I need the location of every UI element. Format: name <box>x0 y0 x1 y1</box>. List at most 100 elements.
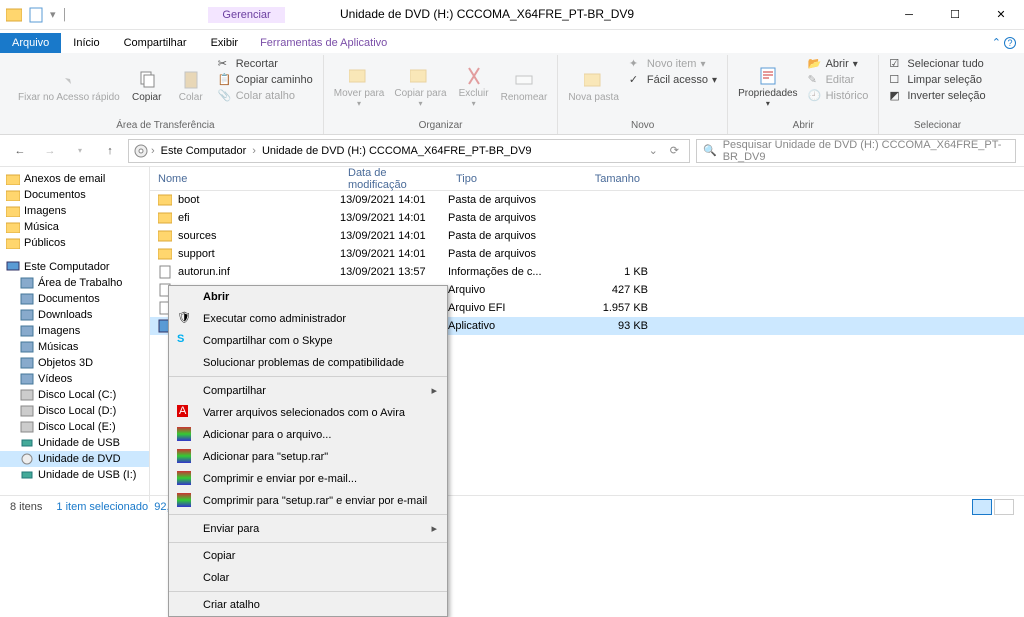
tree-node[interactable]: Disco Local (E:) <box>0 419 149 435</box>
tree-node[interactable]: Área de Trabalho <box>0 275 149 291</box>
context-menu-item[interactable]: 🛡Executar como administrador <box>169 308 447 330</box>
history-button[interactable]: 🕘Histórico <box>808 89 869 103</box>
ribbon-collapse-icon[interactable]: ⌃ ? <box>984 32 1024 53</box>
file-row[interactable]: support13/09/2021 14:01Pasta de arquivos <box>150 245 1024 263</box>
context-menu-item[interactable]: Comprimir para "setup.rar" e enviar por … <box>169 490 447 512</box>
tree-node[interactable]: Músicas <box>0 339 149 355</box>
back-button[interactable]: ← <box>8 139 32 163</box>
context-menu-item[interactable]: SCompartilhar com o Skype <box>169 330 447 352</box>
tab-file[interactable]: Arquivo <box>0 33 61 53</box>
select-all-button[interactable]: ☑Selecionar tudo <box>889 57 985 71</box>
tree-node[interactable]: Este Computador <box>0 259 149 275</box>
qat-properties-icon[interactable] <box>28 7 44 23</box>
search-icon: 🔍 <box>703 144 717 157</box>
contextual-tab-manage[interactable]: Gerenciar <box>208 7 284 23</box>
close-button[interactable]: ✕ <box>978 0 1024 30</box>
address-bar: ← → ▾ ↑ › Este Computador › Unidade de D… <box>0 135 1024 167</box>
breadcrumb[interactable]: › Este Computador › Unidade de DVD (H:) … <box>128 139 690 163</box>
copy-button[interactable]: Copiar <box>126 55 168 118</box>
file-row[interactable]: autorun.inf13/09/2021 13:57Informações d… <box>150 263 1024 281</box>
tree-node[interactable]: Documentos <box>0 187 149 203</box>
col-size[interactable]: Tamanho <box>568 173 648 185</box>
view-large-button[interactable] <box>994 499 1014 515</box>
search-input[interactable]: 🔍 Pesquisar Unidade de DVD (H:) CCCOMA_X… <box>696 139 1016 163</box>
view-details-button[interactable] <box>972 499 992 515</box>
context-menu-item[interactable]: Colar <box>169 567 447 589</box>
pin-quick-access-button[interactable]: Fixar no Acesso rápido <box>14 55 124 118</box>
copy-to-button[interactable]: Copiar para▾ <box>390 55 450 118</box>
context-menu: Abrir🛡Executar como administradorSCompar… <box>168 285 448 617</box>
tree-node[interactable]: Unidade de USB <box>0 435 149 451</box>
context-menu-item[interactable]: Solucionar problemas de compatibilidade <box>169 352 447 374</box>
explorer-icon <box>6 7 22 23</box>
file-row[interactable]: sources13/09/2021 14:01Pasta de arquivos <box>150 227 1024 245</box>
file-row[interactable]: boot13/09/2021 14:01Pasta de arquivos <box>150 191 1024 209</box>
breadcrumb-dropdown-icon[interactable]: ⌄ <box>645 144 662 157</box>
tab-share[interactable]: Compartilhar <box>112 33 199 53</box>
forward-button[interactable]: → <box>38 139 62 163</box>
paste-button[interactable]: Colar <box>170 55 212 118</box>
context-menu-item[interactable]: Comprimir e enviar por e-mail... <box>169 468 447 490</box>
context-menu-item[interactable]: Adicionar para o arquivo... <box>169 424 447 446</box>
tree-node[interactable]: Disco Local (D:) <box>0 403 149 419</box>
breadcrumb-drive[interactable]: Unidade de DVD (H:) CCCOMA_X64FRE_PT-BR_… <box>258 145 536 157</box>
context-menu-item[interactable]: Compartilhar▸ <box>169 379 447 402</box>
col-type[interactable]: Tipo <box>448 173 568 185</box>
tab-app-tools[interactable]: Ferramentas de Aplicativo <box>250 33 397 53</box>
copy-path-button[interactable]: 📋Copiar caminho <box>218 73 313 87</box>
tree-node[interactable]: Vídeos <box>0 371 149 387</box>
properties-button[interactable]: Propriedades▾ <box>734 55 801 118</box>
tree-node[interactable]: Unidade de DVD <box>0 451 149 467</box>
maximize-button[interactable]: ☐ <box>932 0 978 30</box>
invert-selection-button[interactable]: ◩Inverter seleção <box>889 89 985 103</box>
qat-dropdown-icon[interactable]: ▾ <box>50 8 56 21</box>
column-headers[interactable]: Nome Data de modificação Tipo Tamanho <box>150 167 1024 191</box>
recent-dropdown[interactable]: ▾ <box>68 139 92 163</box>
tree-node[interactable]: Imagens <box>0 203 149 219</box>
tree-node[interactable]: Disco Local (C:) <box>0 387 149 403</box>
refresh-icon[interactable]: ⟳ <box>664 144 685 157</box>
context-menu-item[interactable]: Copiar <box>169 545 447 567</box>
rar-icon <box>177 471 193 487</box>
status-item-count: 8 itens <box>10 501 42 513</box>
delete-button[interactable]: Excluir▾ <box>453 55 495 118</box>
easy-access-button[interactable]: ✓Fácil acesso ▾ <box>629 73 717 87</box>
context-menu-item[interactable]: AVarrer arquivos selecionados com o Avir… <box>169 402 447 424</box>
new-folder-button[interactable]: Nova pasta <box>564 55 623 118</box>
new-item-button[interactable]: ✦Novo item ▾ <box>629 57 717 71</box>
ribbon-tabs: Arquivo Início Compartilhar Exibir Ferra… <box>0 30 1024 53</box>
file-row[interactable]: efi13/09/2021 14:01Pasta de arquivos <box>150 209 1024 227</box>
tree-node[interactable]: Objetos 3D <box>0 355 149 371</box>
context-menu-item[interactable]: Criar atalho <box>169 594 447 616</box>
tab-home[interactable]: Início <box>61 33 111 53</box>
tree-node[interactable]: Públicos <box>0 235 149 251</box>
navigation-tree[interactable]: Anexos de emailDocumentosImagensMúsicaPú… <box>0 167 150 502</box>
tree-node[interactable]: Documentos <box>0 291 149 307</box>
tree-node[interactable]: Unidade de USB (I:) <box>0 467 149 483</box>
shield-icon: 🛡 <box>177 311 193 327</box>
cut-button[interactable]: ✂Recortar <box>218 57 313 71</box>
move-to-button[interactable]: Mover para▾ <box>330 55 389 118</box>
context-menu-item[interactable]: Abrir <box>169 286 447 308</box>
group-new-label: Novo <box>631 118 654 134</box>
rar-icon <box>177 449 193 465</box>
col-name[interactable]: Nome <box>150 173 340 185</box>
col-date[interactable]: Data de modificação <box>340 167 448 191</box>
context-menu-item[interactable]: Adicionar para "setup.rar" <box>169 446 447 468</box>
select-none-button[interactable]: ☐Limpar seleção <box>889 73 985 87</box>
minimize-button[interactable]: ─ <box>886 0 932 30</box>
breadcrumb-root[interactable]: Este Computador <box>157 145 251 157</box>
tree-node[interactable]: Imagens <box>0 323 149 339</box>
context-menu-item[interactable]: Enviar para▸ <box>169 517 447 540</box>
edit-button[interactable]: ✎Editar <box>808 73 869 87</box>
group-open-label: Abrir <box>793 118 814 134</box>
rename-button[interactable]: Renomear <box>497 55 552 118</box>
paste-shortcut-button[interactable]: 📎Colar atalho <box>218 89 313 103</box>
tree-node[interactable]: Anexos de email <box>0 171 149 187</box>
tree-node[interactable]: Downloads <box>0 307 149 323</box>
tab-view[interactable]: Exibir <box>199 33 251 53</box>
tree-node[interactable]: Música <box>0 219 149 235</box>
title-bar: ▾ │ Gerenciar Unidade de DVD (H:) CCCOMA… <box>0 0 1024 30</box>
up-button[interactable]: ↑ <box>98 139 122 163</box>
open-button[interactable]: 📂Abrir ▾ <box>808 57 869 71</box>
